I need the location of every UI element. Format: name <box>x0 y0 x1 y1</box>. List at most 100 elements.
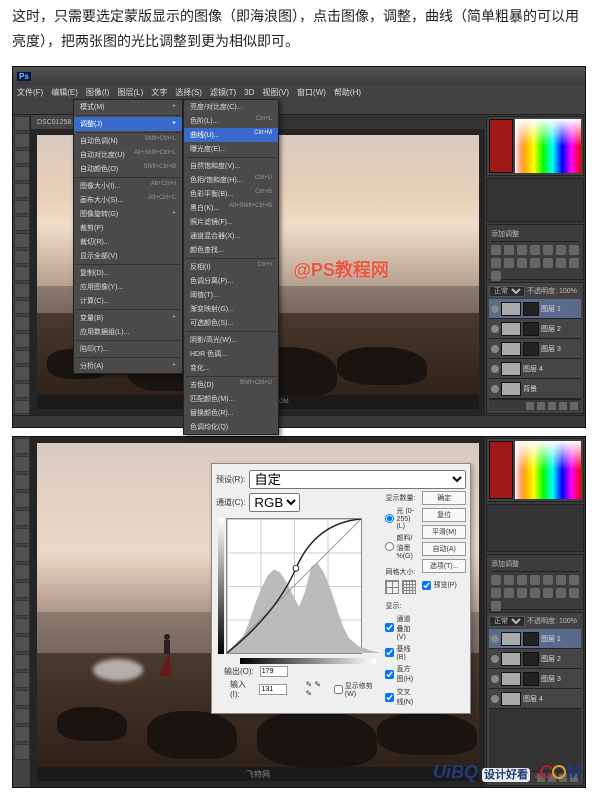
hist-check[interactable] <box>385 670 394 679</box>
menu-item[interactable]: 反相(I)Ctrl+I <box>184 260 278 274</box>
adjustment-icon[interactable] <box>543 575 553 585</box>
tool-button[interactable] <box>14 133 30 148</box>
curves-dialog[interactable]: 预设(R): 自定 通道(C): RGB <box>211 463 471 714</box>
tool-button[interactable] <box>14 582 30 598</box>
layer-thumbnail[interactable] <box>501 302 521 316</box>
adjustment-icon[interactable] <box>491 258 501 268</box>
tool-button[interactable] <box>14 183 30 198</box>
menu-item[interactable]: 图层(L) <box>117 87 143 98</box>
menu-item[interactable]: 显示全部(V) <box>74 249 182 263</box>
adjustment-icon[interactable] <box>543 588 553 598</box>
preset-select[interactable]: 自定 <box>249 470 466 489</box>
grid-fine-icon[interactable] <box>402 580 416 594</box>
tool-button[interactable] <box>14 316 30 331</box>
tool-button[interactable] <box>14 456 30 472</box>
menu-item[interactable]: 色相/饱和度(H)...Ctrl+U <box>184 173 278 187</box>
tool-button[interactable] <box>14 216 30 231</box>
layer-row[interactable]: 图层 4 <box>489 359 581 379</box>
menu-item[interactable]: 选择(S) <box>175 87 202 98</box>
menu-item[interactable]: 计算(C)... <box>74 294 182 308</box>
tool-button[interactable] <box>14 492 30 508</box>
layer-row[interactable]: 图层 3 <box>489 669 581 689</box>
layer-list[interactable]: 图层 1图层 2图层 3图层 4背景 <box>489 299 581 399</box>
tool-button[interactable] <box>14 150 30 165</box>
adjustment-icon[interactable] <box>543 258 553 268</box>
menu-item[interactable]: 去色(D)Shift+Ctrl+U <box>184 378 278 392</box>
tool-button[interactable] <box>14 618 30 634</box>
input-value[interactable] <box>259 684 287 695</box>
menu-item[interactable]: 色阶(L)...Ctrl+L <box>184 114 278 128</box>
menu-item[interactable]: 裁切(R)... <box>74 235 182 249</box>
cancel-button[interactable]: 复位 <box>422 508 466 522</box>
menu-item[interactable]: 滤镜(T) <box>210 87 236 98</box>
tool-button[interactable] <box>14 690 30 706</box>
menu-item[interactable]: 自动色调(N)Shift+Ctrl+L <box>74 134 182 148</box>
layer-mask[interactable] <box>523 632 539 646</box>
menu-item[interactable]: 自动颜色(O)Shift+Ctrl+B <box>74 162 182 176</box>
adjustment-icon[interactable] <box>504 588 514 598</box>
ink-radio[interactable] <box>385 542 394 551</box>
adjustments-panel[interactable]: 添加调整 <box>486 224 584 280</box>
menu-item[interactable]: 变化... <box>184 361 278 375</box>
blend-mode-select[interactable]: 正常 <box>489 616 525 627</box>
adjustment-icon[interactable] <box>530 588 540 598</box>
tool-button[interactable] <box>14 654 30 670</box>
layer-mask[interactable] <box>523 322 539 336</box>
image-menu-dropdown[interactable]: 模式(M)▸调整(J)▸自动色调(N)Shift+Ctrl+L自动对比度(U)A… <box>73 99 183 374</box>
menu-item[interactable]: 画布大小(S)...Alt+Ctrl+C <box>74 193 182 207</box>
options-button[interactable]: 选项(T)... <box>422 559 466 573</box>
menu-item[interactable]: 照片滤镜(F)... <box>184 215 278 229</box>
tool-button[interactable] <box>14 300 30 315</box>
cross-check[interactable] <box>385 693 394 702</box>
menu-item[interactable]: 自动对比度(U)Alt+Shift+Ctrl+L <box>74 148 182 162</box>
tool-button[interactable] <box>14 474 30 490</box>
layer-thumbnail[interactable] <box>501 362 521 376</box>
curves-graph[interactable] <box>226 518 362 654</box>
menu-item[interactable]: 帮助(H) <box>334 87 361 98</box>
menu-item[interactable]: 色调分离(P)... <box>184 274 278 288</box>
adjustment-icon[interactable] <box>491 271 501 281</box>
menu-item[interactable]: 图像(I) <box>86 87 110 98</box>
preview-check[interactable] <box>422 581 431 590</box>
adjustment-icon[interactable] <box>556 245 566 255</box>
foreground-swatch[interactable] <box>489 441 513 499</box>
light-radio[interactable] <box>385 514 394 523</box>
foreground-swatch[interactable] <box>489 119 513 173</box>
adjustment-icon[interactable] <box>504 258 514 268</box>
tool-button[interactable] <box>14 283 30 298</box>
adjustment-icon[interactable] <box>517 245 527 255</box>
tool-button[interactable] <box>14 636 30 652</box>
visibility-icon[interactable] <box>491 325 499 333</box>
menu-item[interactable]: 颜色查找... <box>184 243 278 257</box>
menu-item[interactable]: 文件(F) <box>17 87 43 98</box>
channel-select[interactable]: RGB <box>249 493 300 512</box>
menu-item[interactable]: 阴影/高光(W)... <box>184 333 278 347</box>
visibility-icon[interactable] <box>491 385 499 393</box>
menu-item[interactable]: 色彩平衡(B)...Ctrl+B <box>184 187 278 201</box>
adjustment-icon[interactable] <box>569 575 579 585</box>
adjustment-icon[interactable] <box>491 588 501 598</box>
adjustment-icon[interactable] <box>569 588 579 598</box>
layer-mask[interactable] <box>523 342 539 356</box>
adjustment-icon[interactable] <box>530 245 540 255</box>
menu-item[interactable]: 通道混合器(X)... <box>184 229 278 243</box>
visibility-icon[interactable] <box>491 695 499 703</box>
grid-coarse-icon[interactable] <box>385 580 399 594</box>
menubar[interactable]: 文件(F)编辑(E)图像(I)图层(L)文字选择(S)滤镜(T)3D视图(V)窗… <box>13 85 585 99</box>
visibility-icon[interactable] <box>491 365 499 373</box>
tool-button[interactable] <box>14 233 30 248</box>
visibility-icon[interactable] <box>491 675 499 683</box>
layer-row[interactable]: 图层 4 <box>489 689 581 709</box>
menu-item[interactable]: 窗口(W) <box>297 87 326 98</box>
menu-item[interactable]: HDR 色调... <box>184 347 278 361</box>
tool-button[interactable] <box>14 116 30 131</box>
tool-button[interactable] <box>14 708 30 724</box>
new-layer-icon[interactable] <box>559 402 567 410</box>
tool-button[interactable] <box>14 333 30 348</box>
layer-thumbnail[interactable] <box>501 672 521 686</box>
layers-panel[interactable]: 正常 不透明度: 100% 图层 1图层 2图层 3图层 4背景 <box>486 282 584 414</box>
adjustment-icon[interactable] <box>517 588 527 598</box>
layer-mask[interactable] <box>523 652 539 666</box>
color-panel[interactable] <box>486 438 584 502</box>
menu-item[interactable]: 色调均化(Q) <box>184 420 278 434</box>
